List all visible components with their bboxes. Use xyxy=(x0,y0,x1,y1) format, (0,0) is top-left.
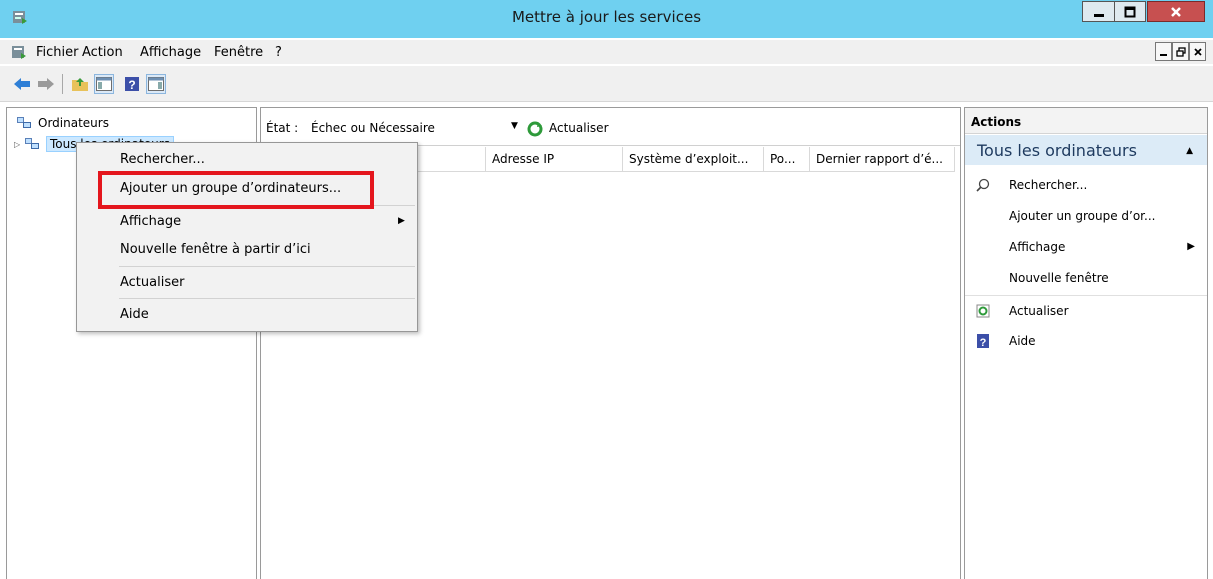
help-toolbar-button[interactable]: ? xyxy=(122,74,142,94)
column-header-po[interactable]: Po... xyxy=(764,147,810,172)
collapse-arrow-icon[interactable]: ▲ xyxy=(1186,146,1193,156)
forward-arrow-icon xyxy=(38,78,54,90)
column-header-ip[interactable]: Adresse IP xyxy=(486,147,623,172)
refresh-icon[interactable] xyxy=(527,121,543,137)
forward-button[interactable] xyxy=(36,74,56,94)
restore-icon xyxy=(1175,46,1186,57)
refresh-button[interactable]: Actualiser xyxy=(549,121,609,135)
help-icon: ? xyxy=(125,77,139,92)
close-button[interactable] xyxy=(1147,1,1205,22)
menu-affichage[interactable]: Affichage xyxy=(140,45,201,60)
action-label: Actualiser xyxy=(1009,304,1069,318)
help-icon: ? xyxy=(975,333,991,349)
up-folder-icon xyxy=(72,78,88,91)
minimize-icon xyxy=(1093,13,1104,17)
action-nouvelle-fenetre[interactable]: Nouvelle fenêtre xyxy=(965,263,1207,293)
close-icon xyxy=(1193,47,1202,56)
maximize-icon xyxy=(1124,6,1136,17)
context-menu-label: Aide xyxy=(120,307,149,322)
status-filter-select[interactable]: Échec ou Nécessaire xyxy=(311,121,435,135)
up-level-button[interactable] xyxy=(70,74,90,94)
action-ajouter-groupe[interactable]: Ajouter un groupe d’or... xyxy=(965,201,1207,231)
mdi-restore-button[interactable] xyxy=(1172,42,1189,61)
minimize-icon xyxy=(1159,53,1167,56)
minimize-button[interactable] xyxy=(1082,1,1115,22)
menu-separator xyxy=(119,298,415,299)
context-menu-label: Nouvelle fenêtre à partir d’ici xyxy=(120,242,311,257)
tree-item-ordinateurs[interactable]: Ordinateurs xyxy=(16,114,109,132)
computers-icon xyxy=(17,117,31,128)
action-label: Affichage xyxy=(1009,240,1066,254)
context-menu-item-nouvelle-fenetre[interactable]: Nouvelle fenêtre à partir d’ici xyxy=(78,236,416,262)
context-menu-item-affichage[interactable]: Affichage ▶ xyxy=(78,208,416,234)
column-header-os[interactable]: Système d’exploit... xyxy=(623,147,764,172)
action-affichage[interactable]: Affichage ▶ xyxy=(965,232,1207,262)
mdi-close-button[interactable] xyxy=(1189,42,1206,61)
window-title: Mettre à jour les services xyxy=(511,8,702,26)
context-menu-label: Rechercher... xyxy=(120,152,205,167)
back-button[interactable] xyxy=(12,74,32,94)
toolbar-separator xyxy=(62,74,63,94)
actions-section-label: Tous les ordinateurs xyxy=(977,141,1137,160)
show-hide-console-tree-icon xyxy=(96,77,112,91)
console-tree-button[interactable] xyxy=(94,74,114,94)
mdi-minimize-button[interactable] xyxy=(1155,42,1172,61)
toolbar: ? xyxy=(0,66,1213,102)
highlight-annotation xyxy=(98,171,374,209)
menu-help[interactable]: ? xyxy=(275,45,282,60)
column-header-last-report[interactable]: Dernier rapport d’é... xyxy=(810,147,955,172)
action-label: Aide xyxy=(1009,334,1036,348)
refresh-icon xyxy=(975,303,991,319)
status-filter-label: État : xyxy=(266,121,299,135)
svg-text:?: ? xyxy=(128,78,135,92)
menu-fichier[interactable]: Fichier xyxy=(36,45,79,60)
search-icon xyxy=(975,177,991,193)
menu-separator xyxy=(119,266,415,267)
action-label: Nouvelle fenêtre xyxy=(1009,271,1109,285)
context-menu-label: Actualiser xyxy=(120,275,185,290)
menu-action[interactable]: Action xyxy=(82,45,123,60)
actions-title: Actions xyxy=(965,108,1207,134)
show-hide-action-pane-icon xyxy=(148,77,164,91)
filter-bar: État : Échec ou Nécessaire ▼ Actualiser xyxy=(261,108,960,146)
actions-pane: Actions Tous les ordinateurs ▲ Recherche… xyxy=(964,107,1208,579)
context-menu-item-rechercher[interactable]: Rechercher... xyxy=(78,146,416,172)
console-menu-icon[interactable] xyxy=(11,44,27,60)
submenu-arrow-icon: ▶ xyxy=(1187,241,1195,252)
action-actualiser[interactable]: Actualiser xyxy=(965,295,1207,325)
submenu-arrow-icon: ▶ xyxy=(398,216,405,226)
tree-root-label: Ordinateurs xyxy=(38,116,109,130)
context-menu-label: Affichage xyxy=(120,214,182,229)
menu-fenetre[interactable]: Fenêtre xyxy=(214,45,263,60)
menu-bar: Fichier Action Affichage Fenêtre ? xyxy=(0,40,1213,64)
context-menu-item-aide[interactable]: Aide xyxy=(78,301,416,327)
maximize-button[interactable] xyxy=(1114,1,1146,22)
close-icon xyxy=(1171,6,1181,17)
back-arrow-icon xyxy=(14,78,30,90)
context-menu-item-actualiser[interactable]: Actualiser xyxy=(78,269,416,295)
action-label: Rechercher... xyxy=(1009,178,1088,192)
actions-section-header[interactable]: Tous les ordinateurs ▲ xyxy=(965,135,1207,165)
chevron-down-icon[interactable]: ▼ xyxy=(511,121,518,131)
action-rechercher[interactable]: Rechercher... xyxy=(965,170,1207,200)
action-pane-button[interactable] xyxy=(146,74,166,94)
expand-arrow-icon[interactable]: ▷ xyxy=(14,140,24,149)
action-aide[interactable]: ? Aide xyxy=(965,326,1207,356)
svg-text:?: ? xyxy=(980,337,987,348)
action-label: Ajouter un groupe d’or... xyxy=(1009,209,1156,223)
computers-icon xyxy=(25,138,39,149)
title-bar: Mettre à jour les services xyxy=(0,0,1213,38)
